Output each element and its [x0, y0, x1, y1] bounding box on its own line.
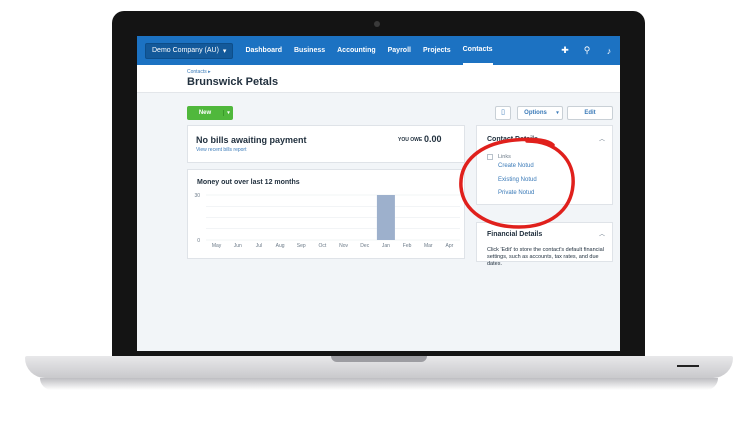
x-tick-label: Jun: [234, 243, 242, 249]
app-screen: Demo Company (AU) ▾ Dashboard Business A…: [137, 36, 620, 351]
owe-label: YOU OWE: [398, 137, 423, 143]
chevron-up-icon[interactable]: ︿: [599, 229, 605, 238]
laptop-led: [677, 365, 699, 367]
top-nav: Demo Company (AU) ▾ Dashboard Business A…: [137, 36, 620, 65]
bills-report-link[interactable]: View recent bills report: [196, 147, 247, 153]
x-tick-label: Mar: [424, 243, 433, 249]
chevron-down-icon: ▾: [222, 47, 227, 55]
x-tick-label: Jan: [382, 243, 390, 249]
options-label: Options: [524, 110, 547, 116]
money-out-chart-card: Money out over last 12 months 30 0 May Jun J…: [187, 169, 465, 259]
laptop-notch: [331, 356, 427, 362]
annotation-circle: [459, 137, 575, 229]
options-button[interactable]: Options ▾: [517, 106, 563, 120]
nav-payroll[interactable]: Payroll: [388, 36, 411, 65]
chevron-down-icon[interactable]: ▾: [223, 110, 233, 116]
org-name: Demo Company (AU): [152, 47, 219, 54]
laptop-shadow: [40, 378, 718, 390]
new-label: New: [198, 110, 212, 116]
plus-icon[interactable]: ✚: [554, 45, 576, 56]
bell-icon[interactable]: ♪: [598, 46, 620, 56]
owe-value: 0.00: [424, 134, 442, 144]
x-tick-label: Dec: [360, 243, 369, 249]
nav-dashboard[interactable]: Dashboard: [245, 36, 282, 65]
bills-card: No bills awaiting payment View recent bi…: [187, 125, 465, 163]
org-switcher[interactable]: Demo Company (AU) ▾: [145, 42, 234, 59]
financial-heading: Financial Details: [487, 231, 543, 238]
bills-heading: No bills awaiting payment: [196, 135, 307, 145]
nav-accounting[interactable]: Accounting: [337, 36, 376, 65]
document-icon[interactable]: ▯: [495, 106, 511, 120]
financial-text: Click 'Edit' to store the contact's defa…: [487, 247, 604, 267]
chevron-down-icon: ▾: [556, 110, 559, 116]
new-button[interactable]: New ▾: [187, 106, 233, 120]
x-tick-label: Apr: [446, 243, 454, 249]
nav-business[interactable]: Business: [294, 36, 325, 65]
chevron-up-icon[interactable]: ︿: [599, 134, 605, 143]
page-title: Brunswick Petals: [187, 76, 279, 88]
x-tick-label: Jul: [256, 243, 262, 249]
breadcrumb[interactable]: Contacts ▸: [187, 69, 211, 75]
x-tick-label: Sep: [297, 243, 306, 249]
nav-contacts[interactable]: Contacts: [462, 36, 493, 65]
x-tick-label: Aug: [276, 243, 285, 249]
x-tick-label: May: [212, 243, 222, 249]
y-tick-label: 0: [197, 238, 200, 244]
y-tick-label: 30: [194, 193, 200, 199]
laptop-lid: Demo Company (AU) ▾ Dashboard Business A…: [112, 11, 645, 367]
bar: [376, 195, 395, 240]
nav-projects[interactable]: Projects: [423, 36, 451, 65]
x-tick-label: Feb: [403, 243, 412, 249]
money-out-chart: 30 0 May Jun Jul Aug Sep Oct Nov Dec Jan Feb Mar Apr: [194, 193, 460, 249]
x-tick-label: Nov: [339, 243, 348, 249]
laptop-base: [25, 356, 733, 378]
edit-button[interactable]: Edit: [567, 106, 613, 120]
x-tick-label: Oct: [319, 243, 327, 249]
camera-icon: [374, 21, 380, 27]
search-icon[interactable]: ⚲: [576, 45, 598, 56]
